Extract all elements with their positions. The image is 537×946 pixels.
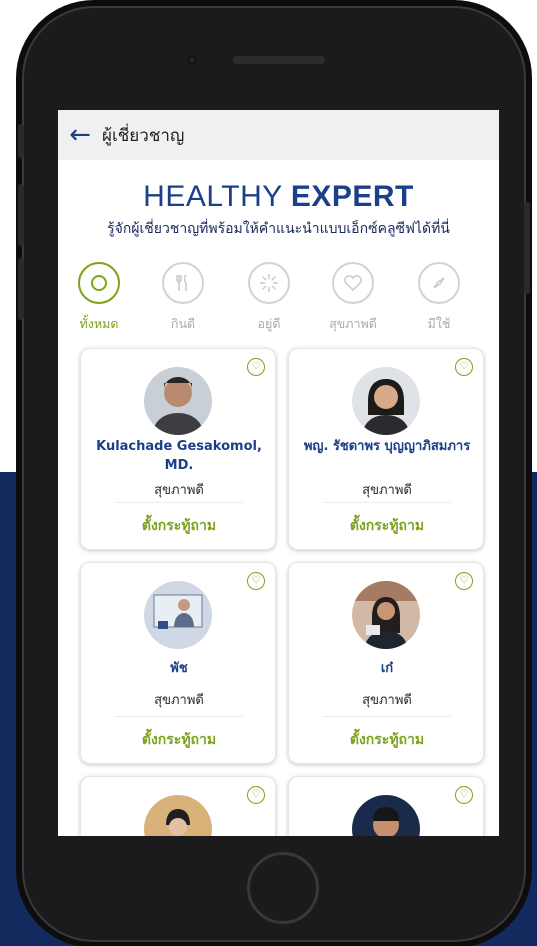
expert-name: เก๋ [380,661,394,676]
tab-label: สุขภาพดี [329,316,377,331]
hero-title: HEALTHY EXPERT [58,180,499,214]
expert-name: พัช [170,661,188,676]
expert-card[interactable]: ♡ [80,776,276,836]
sparkle-icon [248,262,290,304]
expert-card[interactable]: ♡ พัช สุขภาพดี ตั้งกระทู้ถาม [80,562,276,764]
expert-category: สุขภาพดี [362,483,412,498]
tab-healthy[interactable]: สุขภาพดี [320,262,386,334]
heart-icon[interactable]: ♡ [455,358,473,376]
divider [323,502,451,503]
volume-down-button [18,258,24,320]
app-screen: ← ผู้เชี่ยวชาญ HEALTHY EXPERT รู้จักผู้เช… [58,110,499,836]
utensils-icon [162,262,204,304]
earpiece-speaker [233,56,325,64]
heart-icon[interactable]: ♡ [455,786,473,804]
divider [115,716,243,717]
expert-category: สุขภาพดี [362,693,412,708]
app-bar: ← ผู้เชี่ยวชาญ [58,110,499,160]
hero-title-light: HEALTHY [143,180,283,213]
expert-card[interactable]: ♡ Kulachade Gesakomol, MD. สุขภาพดี ตั้ง… [80,348,276,550]
ask-question-button[interactable]: ตั้งกระทู้ถาม [289,729,485,751]
expert-category: สุขภาพดี [154,483,204,498]
tab-label: ทั้งหมด [79,316,119,331]
avatar [144,367,212,435]
expert-card[interactable]: ♡ [288,776,484,836]
heart-icon [332,262,374,304]
ask-question-button[interactable]: ตั้งกระทู้ถาม [81,515,277,537]
divider [115,502,243,503]
expert-card[interactable]: ♡ พญ. รัชดาพร บุญญาภิสมภาร สุขภาพดี ตั้ง… [288,348,484,550]
heart-icon[interactable]: ♡ [247,358,265,376]
expert-card[interactable]: ♡ เก๋ สุขภาพดี ตั้งกระทู้ถาม [288,562,484,764]
heart-icon[interactable]: ♡ [247,786,265,804]
tab-label: อยู่ดี [257,316,281,331]
tab-eat-well[interactable]: กินดี [150,262,216,334]
avatar [144,795,212,836]
avatar [352,367,420,435]
power-button [524,202,530,294]
volume-up-button [18,184,24,246]
front-camera [187,55,197,65]
tab-label: มีใช้ [427,316,451,331]
avatar [352,795,420,836]
tab-live-well[interactable]: อยู่ดี [236,262,302,334]
avatar [352,581,420,649]
circle-target-icon [78,262,120,304]
category-tabs: ทั้งหมด กินดี อยู่ดี สุขภาพดี มีใช้ [66,262,496,332]
mute-switch [18,124,24,158]
expert-category: สุขภาพดี [154,693,204,708]
divider [323,716,451,717]
compass-icon [418,262,460,304]
heart-icon[interactable]: ♡ [455,572,473,590]
tab-have-use[interactable]: มีใช้ [406,262,472,334]
page-title: ผู้เชี่ยวชาญ [102,125,185,146]
hero-title-bold: EXPERT [290,180,414,213]
tab-label: กินดี [170,316,196,331]
expert-name: พญ. รัชดาพร บุญญาภิสมภาร [303,439,471,454]
hero-tagline: รู้จักผู้เชี่ยวชาญที่พร้อมให้คำแนะนำแบบเ… [107,221,450,237]
avatar [144,581,212,649]
ask-question-button[interactable]: ตั้งกระทู้ถาม [289,515,485,537]
home-button[interactable] [247,852,319,924]
heart-icon[interactable]: ♡ [247,572,265,590]
tab-all[interactable]: ทั้งหมด [66,262,132,334]
expert-name: Kulachade Gesakomol, MD. [96,439,262,473]
arrow-left-icon[interactable]: ← [58,110,102,160]
ask-question-button[interactable]: ตั้งกระทู้ถาม [81,729,277,751]
